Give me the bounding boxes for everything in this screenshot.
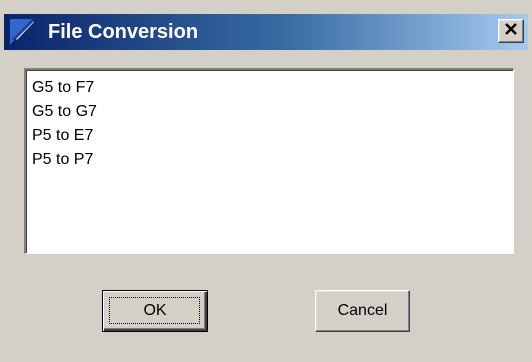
cancel-button-label: Cancel [337, 302, 388, 319]
focus-rectangle [109, 297, 200, 324]
close-icon [504, 22, 518, 40]
conversion-list[interactable]: G5 to F7 G5 to G7 P5 to E7 P5 to P7 [24, 68, 514, 254]
list-item[interactable]: G5 to F7 [32, 76, 513, 100]
cancel-button[interactable]: Cancel [315, 290, 410, 332]
file-conversion-dialog: File Conversion G5 to F7 G5 to G7 P5 to … [0, 0, 532, 362]
ok-button[interactable]: OK [102, 290, 208, 332]
list-item[interactable]: P5 to E7 [32, 124, 513, 148]
list-item[interactable]: G5 to G7 [32, 100, 513, 124]
title-bar[interactable]: File Conversion [4, 14, 528, 50]
close-button[interactable] [498, 19, 524, 43]
list-item[interactable]: P5 to P7 [32, 148, 513, 172]
app-icon [8, 17, 34, 47]
window-title: File Conversion [48, 21, 199, 43]
